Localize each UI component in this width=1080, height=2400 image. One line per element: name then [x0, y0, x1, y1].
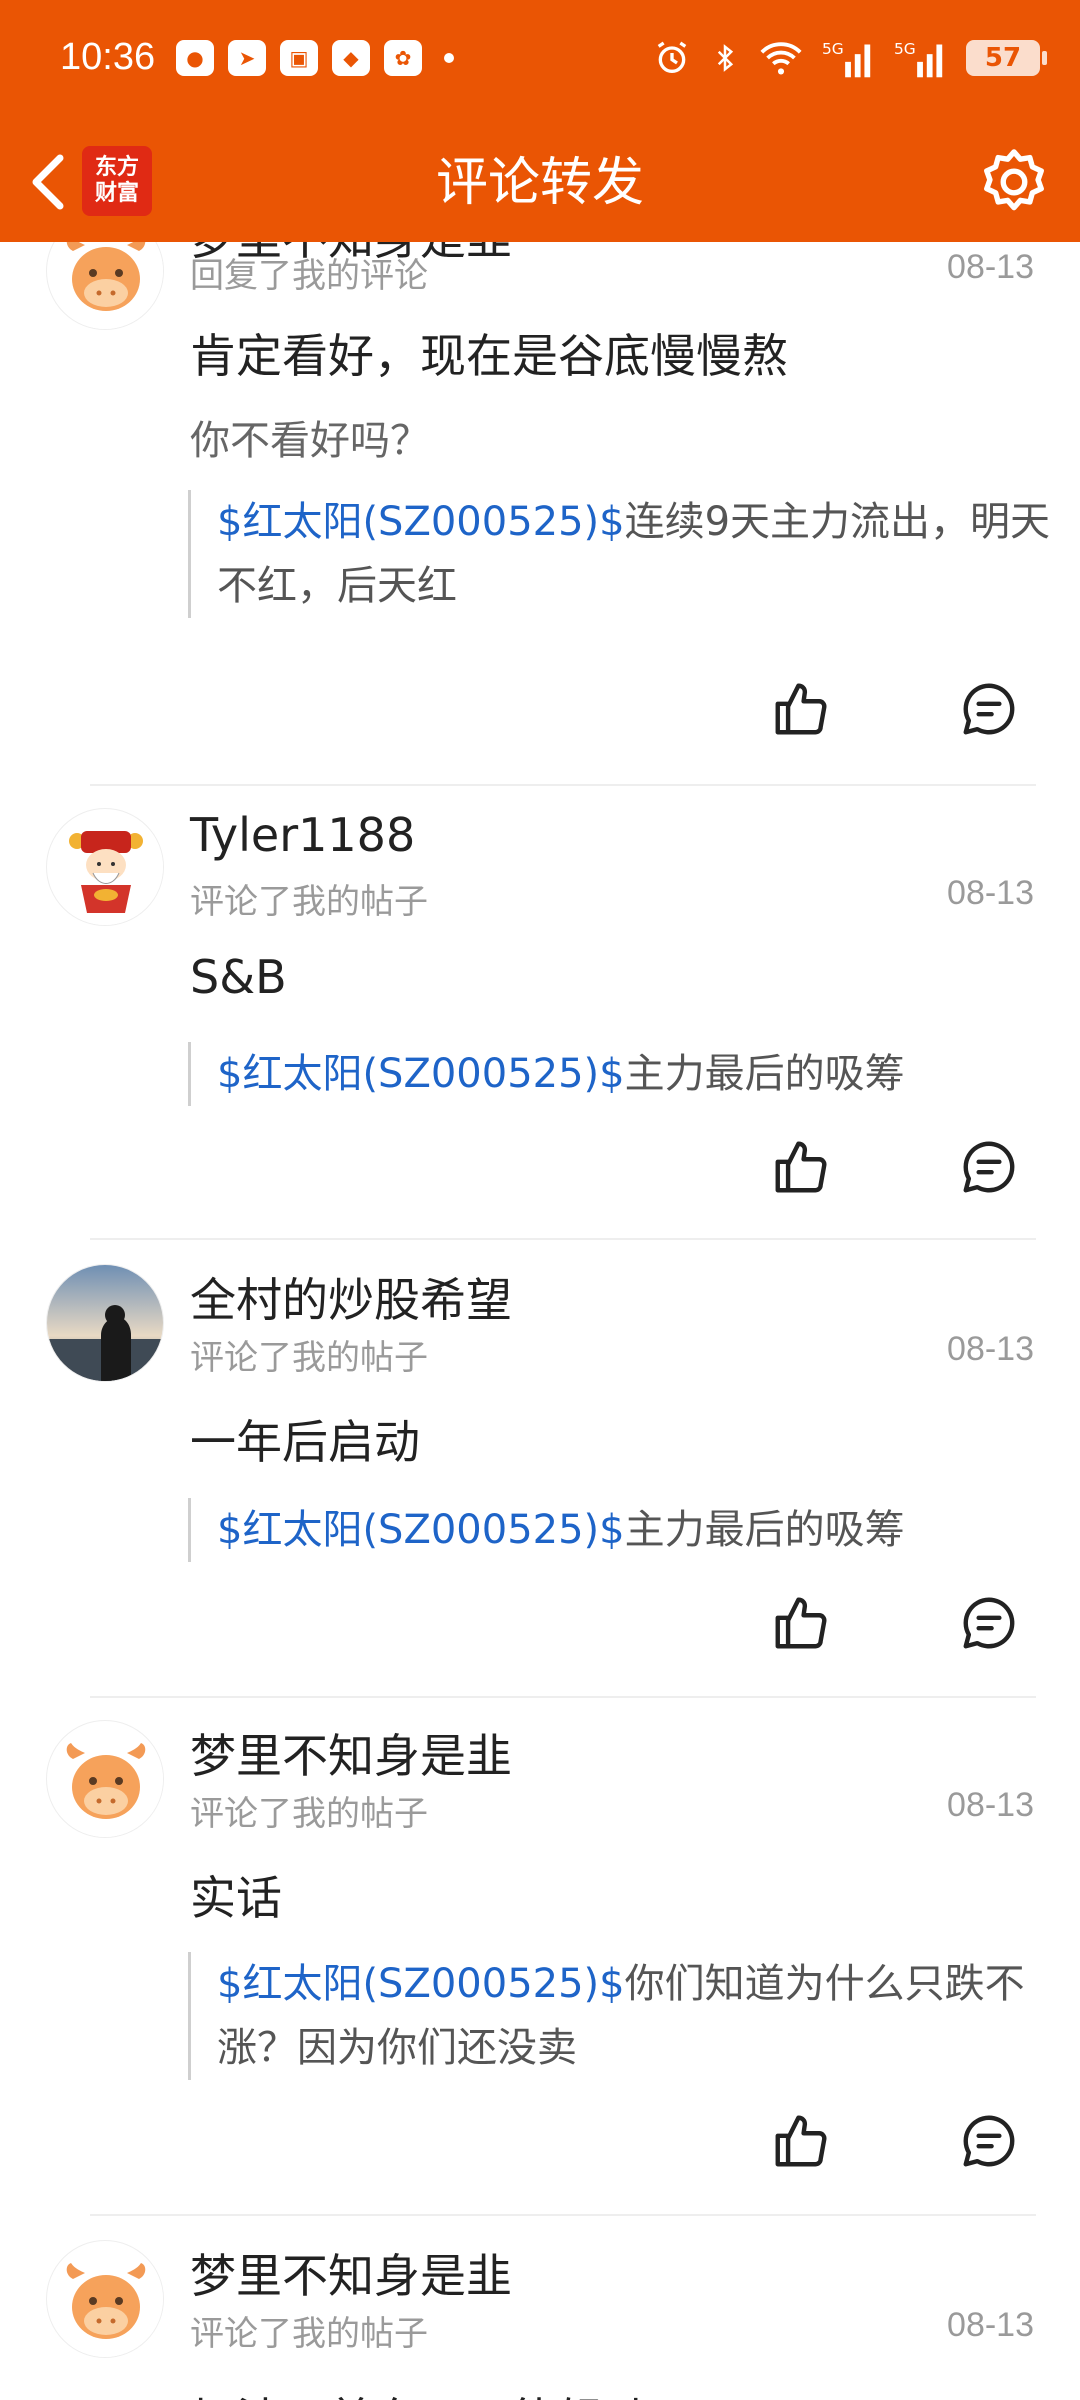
thumbs-up-icon[interactable]: [770, 1136, 832, 1198]
more-notifications-dot: [444, 53, 454, 63]
stock-link[interactable]: $红太阳(SZ000525)$: [217, 499, 625, 545]
comment-date: 08-13: [947, 2306, 1034, 2344]
action-label: 回复了我的评论: [190, 256, 428, 296]
svg-text:5G: 5G: [894, 40, 916, 58]
comment-feed[interactable]: 梦里不知身是韭 回复了我的评论 08-13 肯定看好，现在是谷底慢慢熬 你不看好…: [0, 242, 1080, 2400]
bluetooth-icon: [717, 44, 734, 72]
user-name[interactable]: 梦里不知身是韭: [190, 2240, 512, 2306]
comment-date: 08-13: [947, 248, 1034, 286]
alarm-icon: [657, 41, 687, 73]
comment-bubble-icon[interactable]: [958, 1136, 1020, 1198]
avatar[interactable]: [46, 1720, 164, 1838]
app-notification-icon: ▣: [280, 40, 318, 76]
user-name[interactable]: Tyler1188: [190, 808, 415, 862]
user-name[interactable]: 全村的炒股希望: [190, 1264, 512, 1330]
divider: [90, 1238, 1036, 1240]
avatar[interactable]: [46, 1264, 164, 1382]
comment-bubble-icon[interactable]: [958, 2110, 1020, 2172]
stock-link[interactable]: $红太阳(SZ000525)$: [217, 1961, 625, 2007]
quoted-text: 主力最后的吸筹: [624, 1051, 905, 1097]
user-name[interactable]: 梦里不知身是韭: [190, 1720, 512, 1786]
app-notification-icon-3: ✿: [384, 40, 422, 76]
comment-bubble-icon[interactable]: [958, 678, 1020, 740]
nav-bar: 东方 财富 评论转发: [0, 124, 1080, 242]
comment-date: 08-13: [947, 1330, 1034, 1368]
quoted-text: 主力最后的吸筹: [624, 1507, 905, 1553]
wifi-icon: [760, 42, 802, 75]
quoted-post[interactable]: $红太阳(SZ000525)$主力最后的吸筹: [188, 1042, 1063, 1106]
thumbs-up-icon[interactable]: [770, 2110, 832, 2172]
telegram-icon: ➤: [228, 40, 266, 76]
notification-icons: ● ➤ ▣ ◆ ✿: [176, 40, 454, 76]
system-icons: 5G 5G 57: [652, 38, 1047, 78]
signal-5g-icon-2: 5G: [894, 40, 943, 78]
comment-bubble-icon[interactable]: [958, 1592, 1020, 1654]
status-bar: 10:36 ● ➤ ▣ ◆ ✿ 5G 5G 57: [0, 0, 1080, 124]
action-label: 评论了我的帖子: [190, 882, 428, 922]
subcomment-text[interactable]: 你不看好吗？: [190, 408, 430, 466]
battery-icon: 57: [966, 40, 1047, 76]
comment-text[interactable]: S&B: [190, 950, 287, 1004]
signal-5g-icon: 5G: [822, 40, 871, 78]
quoted-post[interactable]: $红太阳(SZ000525)$连续9天主力流出，明天不红，后天红: [188, 490, 1063, 618]
stock-link[interactable]: $红太阳(SZ000525)$: [217, 1507, 625, 1553]
cow-avatar-icon: [48, 1722, 163, 1837]
avatar[interactable]: [46, 2240, 164, 2358]
status-time: 10:36: [60, 36, 156, 78]
action-label: 评论了我的帖子: [190, 1794, 428, 1834]
avatar[interactable]: [46, 242, 164, 330]
svg-text:5G: 5G: [822, 40, 844, 58]
thumbs-up-icon[interactable]: [770, 1592, 832, 1654]
divider: [90, 1696, 1036, 1698]
divider: [90, 2214, 1036, 2216]
quoted-post[interactable]: $红太阳(SZ000525)$你们知道为什么只跌不涨？因为你们还没卖: [188, 1952, 1063, 2080]
page-title: 评论转发: [435, 153, 644, 213]
stock-link[interactable]: $红太阳(SZ000525)$: [217, 1051, 625, 1097]
comment-text[interactable]: 一年后启动: [190, 1406, 420, 1472]
quoted-post[interactable]: $红太阳(SZ000525)$主力最后的吸筹: [188, 1498, 1063, 1562]
action-label: 评论了我的帖子: [190, 2314, 428, 2354]
action-label: 评论了我的帖子: [190, 1338, 428, 1378]
comment-date: 08-13: [947, 1786, 1034, 1824]
wechat-icon: ●: [176, 40, 214, 76]
comment-text[interactable]: 实话: [190, 1862, 282, 1928]
comment-text[interactable]: 肯定看好，现在是谷底慢慢熬: [190, 320, 788, 386]
comment-text[interactable]: 加油，美东，不能轻动: [190, 2384, 650, 2400]
comment-date: 08-13: [947, 874, 1034, 912]
fortune-god-avatar-icon: [48, 810, 163, 925]
app-header: 10:36 ● ➤ ▣ ◆ ✿ 5G 5G 57 东方 财富 评论转发: [0, 0, 1080, 242]
app-notification-icon-2: ◆: [332, 40, 370, 76]
divider: [90, 784, 1036, 786]
avatar[interactable]: [46, 808, 164, 926]
cow-avatar-icon: [48, 242, 163, 329]
cow-avatar-icon: [48, 2242, 163, 2357]
beach-photo-avatar-icon: [47, 1265, 163, 1381]
thumbs-up-icon[interactable]: [770, 678, 832, 740]
gear-icon[interactable]: [976, 144, 1052, 220]
